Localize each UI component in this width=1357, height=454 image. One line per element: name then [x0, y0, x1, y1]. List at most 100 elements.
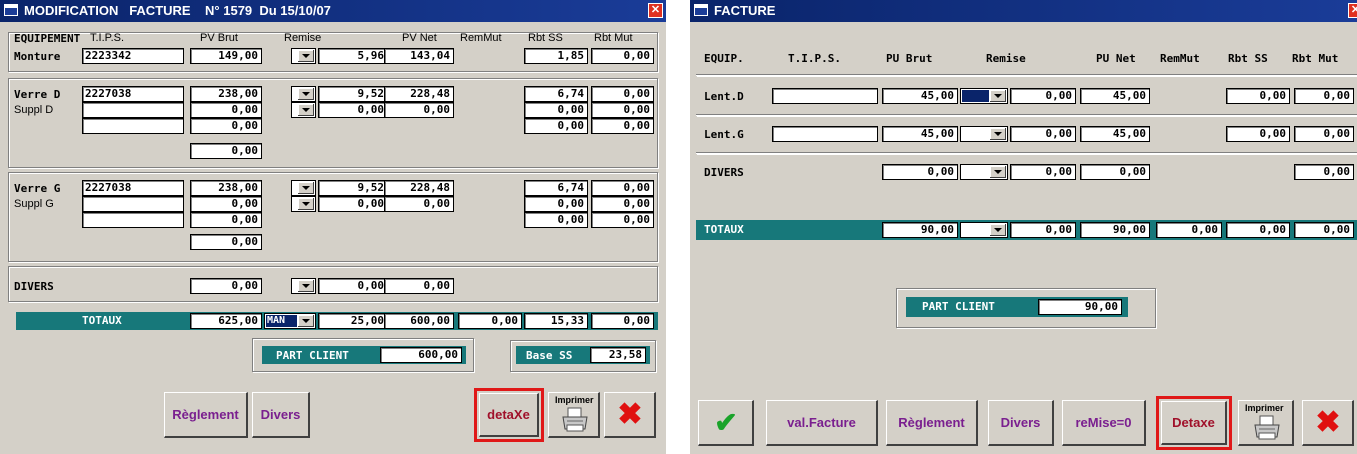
- totaux-pubrut-field[interactable]: 90,00: [882, 222, 958, 238]
- suppl-d-rbtss-field-1[interactable]: 0,00: [524, 102, 588, 118]
- verre-d-remise-select[interactable]: [291, 86, 316, 102]
- totaux-rbtss-field[interactable]: 0,00: [1226, 222, 1290, 238]
- title-bar[interactable]: MODIFICATION FACTURE N° 1579 Du 15/10/07…: [0, 0, 666, 22]
- totaux-remise-field[interactable]: 0,00: [1010, 222, 1076, 238]
- verre-g-tips-field[interactable]: 2227038: [82, 180, 184, 196]
- divers-remise-field[interactable]: 0,00: [318, 278, 388, 294]
- lent-g-remise-select[interactable]: [960, 126, 1008, 142]
- totaux-remmut-field[interactable]: 0,00: [458, 313, 522, 329]
- chevron-down-icon[interactable]: [298, 315, 314, 327]
- base-ss-field[interactable]: 23,58: [590, 347, 646, 363]
- suppl-g-pvbrut-field-2[interactable]: 0,00: [190, 212, 262, 228]
- part-client-field[interactable]: 600,00: [380, 347, 462, 363]
- suppl-d-rbtss-field-2[interactable]: 0,00: [524, 118, 588, 134]
- divers-button[interactable]: Divers: [252, 392, 310, 438]
- verre-d-extra-field[interactable]: 0,00: [190, 143, 262, 159]
- cancel-button[interactable]: ✖: [1302, 400, 1354, 446]
- divers-punet-field[interactable]: 0,00: [1080, 164, 1150, 180]
- monture-pvnet-field[interactable]: 143,04: [384, 48, 454, 64]
- suppl-g-remise-field-1[interactable]: 0,00: [318, 196, 388, 212]
- chevron-down-icon[interactable]: [298, 104, 314, 116]
- suppl-g-rbtmut-field-1[interactable]: 0,00: [591, 196, 654, 212]
- chevron-down-icon[interactable]: [298, 182, 314, 194]
- lent-d-punet-field[interactable]: 45,00: [1080, 88, 1150, 104]
- monture-rbtmut-field[interactable]: 0,00: [591, 48, 654, 64]
- suppl-g-pvnet-field-1[interactable]: 0,00: [384, 196, 454, 212]
- totaux-remise-field[interactable]: 25,00: [318, 313, 388, 329]
- totaux-rbtmut-field[interactable]: 0,00: [591, 313, 654, 329]
- suppl-d-pvbrut-field-1[interactable]: 0,00: [190, 102, 262, 118]
- divers-remise-select[interactable]: [960, 164, 1008, 180]
- suppl-d-pvnet-field-1[interactable]: 0,00: [384, 102, 454, 118]
- lent-g-rbtmut-field[interactable]: 0,00: [1294, 126, 1354, 142]
- totaux-rbtmut-field[interactable]: 0,00: [1294, 222, 1354, 238]
- lent-d-remise-select[interactable]: [960, 88, 1008, 104]
- suppl-d-rbtmut-field-1[interactable]: 0,00: [591, 102, 654, 118]
- lent-d-remise-field[interactable]: 0,00: [1010, 88, 1076, 104]
- monture-remise-select[interactable]: [291, 48, 316, 64]
- detaxe-button[interactable]: detaXe: [479, 393, 539, 437]
- lent-d-rbtmut-field[interactable]: 0,00: [1294, 88, 1354, 104]
- chevron-down-icon[interactable]: [990, 128, 1006, 140]
- lent-g-remise-field[interactable]: 0,00: [1010, 126, 1076, 142]
- verre-g-pvnet-field[interactable]: 228,48: [384, 180, 454, 196]
- totaux-remise-select[interactable]: [960, 222, 1008, 238]
- divers-pvnet-field[interactable]: 0,00: [384, 278, 454, 294]
- monture-pvbrut-field[interactable]: 149,00: [190, 48, 262, 64]
- remise-zero-button[interactable]: reMise=0: [1062, 400, 1146, 446]
- suppl-g-rbtss-field-1[interactable]: 0,00: [524, 196, 588, 212]
- divers-button[interactable]: Divers: [988, 400, 1054, 446]
- totaux-rbtss-field[interactable]: 15,33: [524, 313, 588, 329]
- divers-rbtmut-field[interactable]: 0,00: [1294, 164, 1354, 180]
- verre-d-rbtmut-field[interactable]: 0,00: [591, 86, 654, 102]
- chevron-down-icon[interactable]: [298, 198, 314, 210]
- suppl-d-tips-field-2[interactable]: [82, 118, 184, 134]
- suppl-g-rbtss-field-2[interactable]: 0,00: [524, 212, 588, 228]
- lent-d-tips-field[interactable]: [772, 88, 878, 104]
- suppl-d-pvbrut-field-2[interactable]: 0,00: [190, 118, 262, 134]
- suppl-d-remise-select[interactable]: [291, 102, 316, 118]
- monture-rbtss-field[interactable]: 1,85: [524, 48, 588, 64]
- verre-g-pvbrut-field[interactable]: 238,00: [190, 180, 262, 196]
- verre-g-rbtss-field[interactable]: 6,74: [524, 180, 588, 196]
- part-client-field[interactable]: 90,00: [1038, 299, 1122, 315]
- verre-d-rbtss-field[interactable]: 6,74: [524, 86, 588, 102]
- totaux-punet-field[interactable]: 90,00: [1080, 222, 1150, 238]
- totaux-remmut-field[interactable]: 0,00: [1156, 222, 1222, 238]
- lent-g-rbtss-field[interactable]: 0,00: [1226, 126, 1290, 142]
- lent-g-punet-field[interactable]: 45,00: [1080, 126, 1150, 142]
- close-icon[interactable]: ✕: [1348, 3, 1357, 18]
- totaux-pvnet-field[interactable]: 600,00: [384, 313, 454, 329]
- detaxe-button[interactable]: Detaxe: [1161, 401, 1227, 445]
- verre-d-remise-field[interactable]: 9,52: [318, 86, 388, 102]
- verre-d-pvbrut-field[interactable]: 238,00: [190, 86, 262, 102]
- reglement-button[interactable]: Règlement: [886, 400, 978, 446]
- verre-g-remise-field[interactable]: 9,52: [318, 180, 388, 196]
- lent-d-pubrut-field[interactable]: 45,00: [882, 88, 958, 104]
- cancel-button[interactable]: ✖: [604, 392, 656, 438]
- monture-tips-field[interactable]: 2223342: [82, 48, 184, 64]
- suppl-d-tips-field-1[interactable]: [82, 102, 184, 118]
- chevron-down-icon[interactable]: [990, 224, 1006, 236]
- divers-pvbrut-field[interactable]: 0,00: [190, 278, 262, 294]
- divers-remise-select[interactable]: [291, 278, 316, 294]
- suppl-g-rbtmut-field-2[interactable]: 0,00: [591, 212, 654, 228]
- lent-g-pubrut-field[interactable]: 45,00: [882, 126, 958, 142]
- divers-pubrut-field[interactable]: 0,00: [882, 164, 958, 180]
- chevron-down-icon[interactable]: [298, 50, 314, 62]
- suppl-d-rbtmut-field-2[interactable]: 0,00: [591, 118, 654, 134]
- title-bar[interactable]: FACTURE ✕: [690, 0, 1357, 22]
- monture-remise-field[interactable]: 5,96: [318, 48, 388, 64]
- val-facture-button[interactable]: val.Facture: [766, 400, 878, 446]
- verre-g-extra-field[interactable]: 0,00: [190, 234, 262, 250]
- suppl-d-remise-field-1[interactable]: 0,00: [318, 102, 388, 118]
- suppl-g-pvbrut-field-1[interactable]: 0,00: [190, 196, 262, 212]
- chevron-down-icon[interactable]: [990, 166, 1006, 178]
- validate-button[interactable]: ✔: [698, 400, 754, 446]
- close-icon[interactable]: ✕: [648, 3, 663, 18]
- lent-g-tips-field[interactable]: [772, 126, 878, 142]
- chevron-down-icon[interactable]: [298, 280, 314, 292]
- imprimer-button[interactable]: Imprimer: [548, 392, 600, 438]
- verre-d-pvnet-field[interactable]: 228,48: [384, 86, 454, 102]
- verre-g-remise-select[interactable]: [291, 180, 316, 196]
